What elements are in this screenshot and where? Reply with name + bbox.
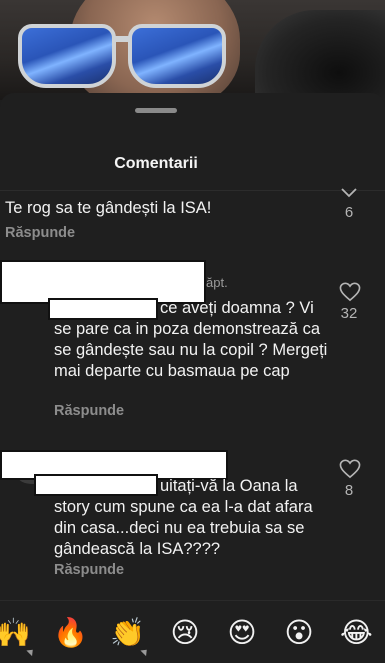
sunglasses-right-lens (128, 24, 226, 88)
comment-text-first-line: uitați-vă la Oana la (160, 477, 298, 495)
sunglasses-left-lens (18, 24, 116, 88)
heart-eyes-icon[interactable]: 😍 (226, 617, 258, 649)
clapping-hands-icon[interactable]: 👏 (110, 617, 145, 649)
divider (0, 190, 385, 191)
comment-text: story cum spune ca ea l-a dat afara din … (54, 498, 313, 558)
skin-tone-caret-icon[interactable] (26, 646, 36, 657)
comment-text: se pare ca in poza demonstrează ca se gâ… (54, 320, 328, 380)
like-count: 6 (344, 204, 354, 221)
fire-icon[interactable]: 🔥 (53, 617, 88, 649)
redacted-mention (34, 474, 158, 496)
heart-icon[interactable] (339, 282, 361, 302)
heart-icon[interactable] (339, 459, 361, 479)
comment-text: Te rog sa te gândești la ISA! (5, 199, 212, 217)
car-window (255, 10, 385, 100)
comment-text-first-line: ce aveți doamna ? Vi (160, 299, 314, 317)
sheet-title: Comentarii (114, 155, 198, 172)
heart-icon[interactable] (341, 188, 357, 198)
crying-face-icon[interactable]: 😢 (169, 617, 201, 649)
like-count: 8 (344, 482, 354, 499)
emoji-reaction-bar: 🙌 🔥 👏 😢 😍 😮 😂 (0, 600, 385, 663)
redacted-mention (48, 298, 158, 320)
reply-button[interactable]: Răspunde (54, 403, 124, 419)
reply-button[interactable]: Răspunde (5, 225, 75, 241)
tears-of-joy-icon[interactable]: 😂 (340, 617, 373, 649)
raising-hands-icon[interactable]: 🙌 (0, 617, 31, 649)
comment-timestamp: ăpt. (206, 275, 228, 290)
surprised-face-icon[interactable]: 😮 (283, 617, 315, 649)
sheet-drag-handle[interactable] (135, 108, 177, 113)
reply-button[interactable]: Răspunde (54, 562, 124, 578)
background-photo (0, 0, 385, 100)
like-count: 32 (340, 305, 358, 322)
skin-tone-caret-icon[interactable] (140, 646, 150, 657)
